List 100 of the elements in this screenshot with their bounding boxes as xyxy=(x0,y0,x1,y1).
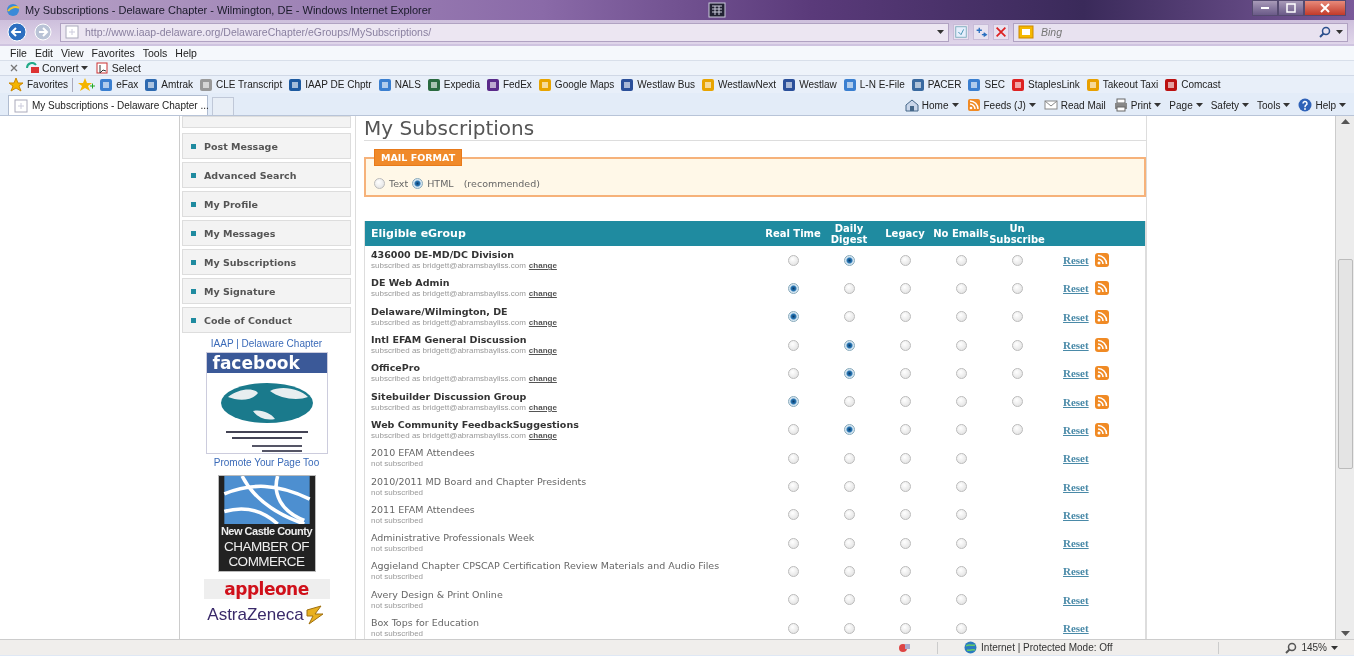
zoom-button[interactable]: 145% xyxy=(1285,641,1338,654)
favorite-link[interactable]: PACER xyxy=(910,77,962,92)
change-link[interactable]: change xyxy=(528,374,557,384)
radio-button[interactable] xyxy=(1011,254,1023,266)
favorite-link[interactable]: Comcast xyxy=(1164,77,1221,92)
radio-button[interactable] xyxy=(899,565,911,577)
sidebar-item[interactable]: My Subscriptions xyxy=(182,249,351,275)
radio-button[interactable] xyxy=(955,282,967,294)
radio-button[interactable] xyxy=(955,537,967,549)
radio-button[interactable] xyxy=(955,396,967,408)
sidebar-item[interactable]: Code of Conduct xyxy=(182,307,351,333)
reset-link[interactable]: Reset xyxy=(1063,565,1089,578)
radio-button[interactable] xyxy=(787,565,799,577)
favorite-link[interactable]: Amtrak xyxy=(144,77,194,92)
sidebar-item[interactable]: My Messages xyxy=(182,220,351,246)
radio-button[interactable] xyxy=(899,481,911,492)
reset-link[interactable]: Reset xyxy=(1063,423,1089,436)
radio-button[interactable] xyxy=(787,282,799,294)
reset-link[interactable]: Reset xyxy=(1063,367,1089,380)
radio-button[interactable] xyxy=(843,367,855,379)
reset-link[interactable]: Reset xyxy=(1063,452,1089,465)
reset-link[interactable]: Reset xyxy=(1063,339,1089,352)
toolbar-button[interactable]: Select xyxy=(95,62,141,74)
astrazeneca-logo[interactable]: AstraZeneca xyxy=(207,605,304,625)
sidebar-item[interactable]: Advanced Search xyxy=(182,162,351,188)
radio-button[interactable] xyxy=(843,424,855,436)
maximize-button[interactable] xyxy=(1278,0,1304,16)
radio-button[interactable] xyxy=(955,594,967,606)
command-button[interactable]: Feeds (J) xyxy=(966,95,1036,115)
radio-button[interactable] xyxy=(899,452,911,464)
favorite-link[interactable]: Takeout Taxi xyxy=(1085,77,1159,92)
radio-button[interactable] xyxy=(955,565,967,577)
menu-item[interactable]: Favorites xyxy=(91,47,135,59)
radio-button[interactable] xyxy=(899,622,911,634)
sidebar-item[interactable]: Post Message xyxy=(182,133,351,159)
toolbar-button[interactable]: Convert xyxy=(26,62,88,74)
command-button[interactable]: Help xyxy=(1298,95,1346,115)
favorite-link[interactable]: Google Maps xyxy=(537,77,615,92)
radio-button[interactable] xyxy=(899,537,911,549)
change-link[interactable]: change xyxy=(528,289,557,299)
change-link[interactable]: change xyxy=(528,402,557,412)
radio-button[interactable] xyxy=(955,311,967,323)
facebook-badge[interactable]: facebook xyxy=(205,352,328,454)
command-button[interactable]: Home xyxy=(904,95,959,115)
favorite-link[interactable]: WestlawNext xyxy=(700,77,777,92)
change-link[interactable]: change xyxy=(528,261,557,271)
scrollbar[interactable] xyxy=(1335,116,1354,639)
reset-link[interactable]: Reset xyxy=(1063,508,1089,521)
search-field[interactable]: Bing xyxy=(1039,25,1314,39)
radio-button[interactable] xyxy=(899,254,911,266)
radio-button[interactable] xyxy=(955,622,967,634)
radio-button[interactable] xyxy=(1011,367,1023,379)
radio-button[interactable] xyxy=(843,282,855,294)
change-link[interactable]: change xyxy=(528,317,557,327)
command-button[interactable]: Read Mail xyxy=(1043,95,1106,115)
sidebar-item[interactable]: My Signature xyxy=(182,278,351,304)
favorite-link[interactable]: Expedia xyxy=(426,77,480,92)
radio-button[interactable] xyxy=(899,594,911,606)
favorite-link[interactable]: CLE Transcript xyxy=(199,77,283,92)
favorite-link[interactable]: IAAP DE Chptr xyxy=(288,77,372,92)
command-button[interactable]: Tools xyxy=(1257,95,1291,115)
radio-button[interactable] xyxy=(843,396,855,408)
radio-button[interactable] xyxy=(955,481,967,492)
scrollbar-thumb[interactable] xyxy=(1337,259,1353,469)
radio-button[interactable] xyxy=(955,367,967,379)
radio-button[interactable] xyxy=(955,452,967,464)
radio-button[interactable] xyxy=(899,282,911,294)
radio-button[interactable] xyxy=(1011,424,1023,436)
menu-item[interactable]: Help xyxy=(175,47,197,59)
close-button[interactable] xyxy=(1304,0,1346,16)
radio-button[interactable] xyxy=(899,509,911,521)
radio-button[interactable] xyxy=(787,594,799,606)
reset-link[interactable]: Reset xyxy=(1063,537,1089,550)
radio-button[interactable] xyxy=(955,424,967,436)
radio-button[interactable] xyxy=(843,339,855,351)
favorite-link[interactable]: NALS xyxy=(377,77,421,92)
chamber-logo[interactable]: New Castle County CHAMBER OF COMMERCE xyxy=(217,475,316,572)
favorite-link[interactable]: Westlaw xyxy=(782,77,837,92)
minimize-button[interactable] xyxy=(1252,0,1278,16)
radio-button[interactable] xyxy=(843,311,855,323)
command-button[interactable]: Safety xyxy=(1210,95,1250,115)
radio-button[interactable] xyxy=(843,565,855,577)
favorites-button[interactable]: Favorites xyxy=(8,77,69,92)
menu-item[interactable]: Tools xyxy=(142,47,168,59)
reset-link[interactable]: Reset xyxy=(1063,254,1089,267)
radio-button[interactable] xyxy=(843,509,855,521)
browser-tab[interactable]: My Subscriptions - Delaware Chapter ... xyxy=(8,95,208,115)
radio-button[interactable] xyxy=(787,452,799,464)
radio-button[interactable] xyxy=(955,509,967,521)
radio-button[interactable] xyxy=(412,178,424,189)
radio-button[interactable] xyxy=(787,339,799,351)
search-box[interactable]: Bing xyxy=(1013,22,1348,42)
reset-link[interactable]: Reset xyxy=(1063,480,1089,493)
radio-button[interactable] xyxy=(899,339,911,351)
reset-link[interactable]: Reset xyxy=(1063,622,1089,634)
favorite-link[interactable]: eFax xyxy=(99,77,139,92)
change-link[interactable]: change xyxy=(528,430,557,440)
radio-button[interactable] xyxy=(787,509,799,521)
radio-button[interactable] xyxy=(955,339,967,351)
favorite-link[interactable]: SEC xyxy=(967,77,1006,92)
